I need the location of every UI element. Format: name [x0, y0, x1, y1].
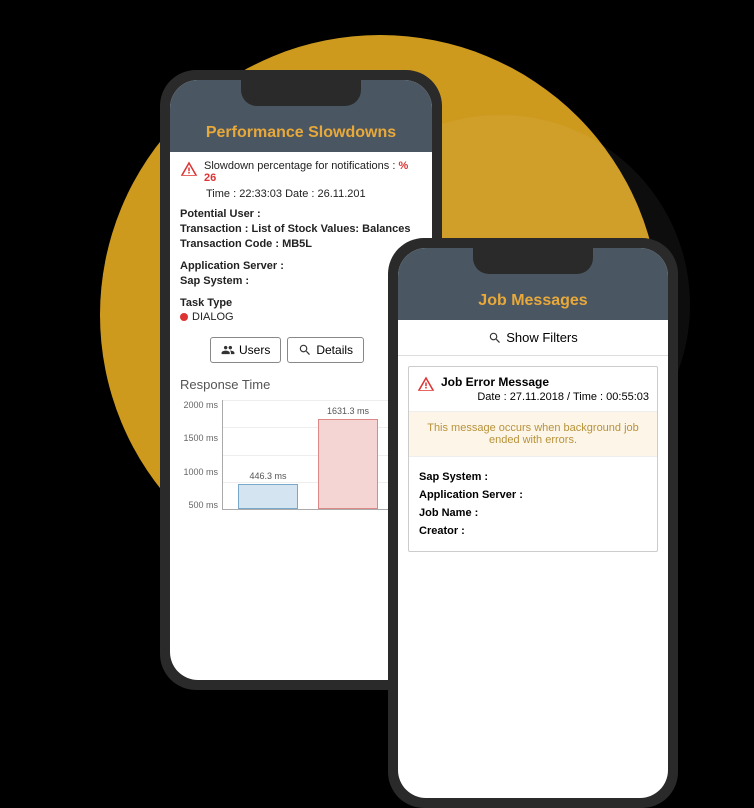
- y-tick: 500 ms: [180, 500, 218, 510]
- page-title: Performance Slowdowns: [206, 124, 396, 142]
- field-app-server: Application Server :: [180, 260, 284, 272]
- status-dot-icon: [180, 313, 188, 321]
- users-button[interactable]: Users: [210, 337, 281, 363]
- phone-notch: [473, 248, 593, 274]
- response-time-chart: Response Time 2000 ms 1500 ms 1000 ms 50…: [180, 377, 422, 540]
- users-icon: [221, 343, 235, 357]
- job-error-card: Job Error Message Date : 27.11.2018 / Ti…: [408, 366, 658, 552]
- phone-notch: [241, 80, 361, 106]
- slowdown-label: Slowdown percentage for notifications :: [204, 160, 395, 172]
- details-button-label: Details: [316, 343, 353, 357]
- search-icon: [298, 343, 312, 357]
- field-app-server: Application Server :: [419, 489, 523, 501]
- field-sap-system: Sap System :: [180, 275, 249, 287]
- bar-label: 446.3 ms: [249, 471, 286, 481]
- field-transaction: Transaction : List of Stock Values: Bala…: [180, 223, 410, 235]
- chart-bar: 446.3 ms: [238, 484, 298, 509]
- details-button[interactable]: Details: [287, 337, 364, 363]
- field-creator: Creator :: [419, 525, 465, 537]
- y-tick: 2000 ms: [180, 400, 218, 410]
- users-button-label: Users: [239, 343, 270, 357]
- y-tick: 1000 ms: [180, 467, 218, 477]
- field-sap-system: Sap System :: [419, 471, 488, 483]
- task-type-label: Task Type: [180, 297, 422, 309]
- card-title: Job Error Message: [441, 375, 649, 389]
- time-date-line: Time : 22:33:03 Date : 26.11.201: [206, 188, 422, 200]
- phone-job-messages: Job Messages Show Filters Job Error Mess…: [388, 238, 678, 808]
- page-title: Job Messages: [478, 292, 587, 310]
- card-message: This message occurs when background job …: [409, 411, 657, 457]
- field-potential-user: Potential User :: [180, 208, 261, 220]
- bar-label: 1631.3 ms: [327, 406, 369, 416]
- y-tick: 1500 ms: [180, 433, 218, 443]
- card-date: Date : 27.11.2018 / Time : 00:55:03: [441, 391, 649, 403]
- show-filters-label: Show Filters: [506, 330, 578, 345]
- show-filters-button[interactable]: Show Filters: [398, 320, 668, 356]
- field-transaction-code: Transaction Code : MB5L: [180, 238, 312, 250]
- chart-title: Response Time: [180, 377, 422, 392]
- search-icon: [488, 331, 502, 345]
- warning-icon: [417, 375, 435, 393]
- warning-icon: [180, 160, 198, 178]
- chart-bar: 1631.3 ms: [318, 419, 378, 509]
- task-type-value: DIALOG: [192, 311, 234, 323]
- field-job-name: Job Name :: [419, 507, 478, 519]
